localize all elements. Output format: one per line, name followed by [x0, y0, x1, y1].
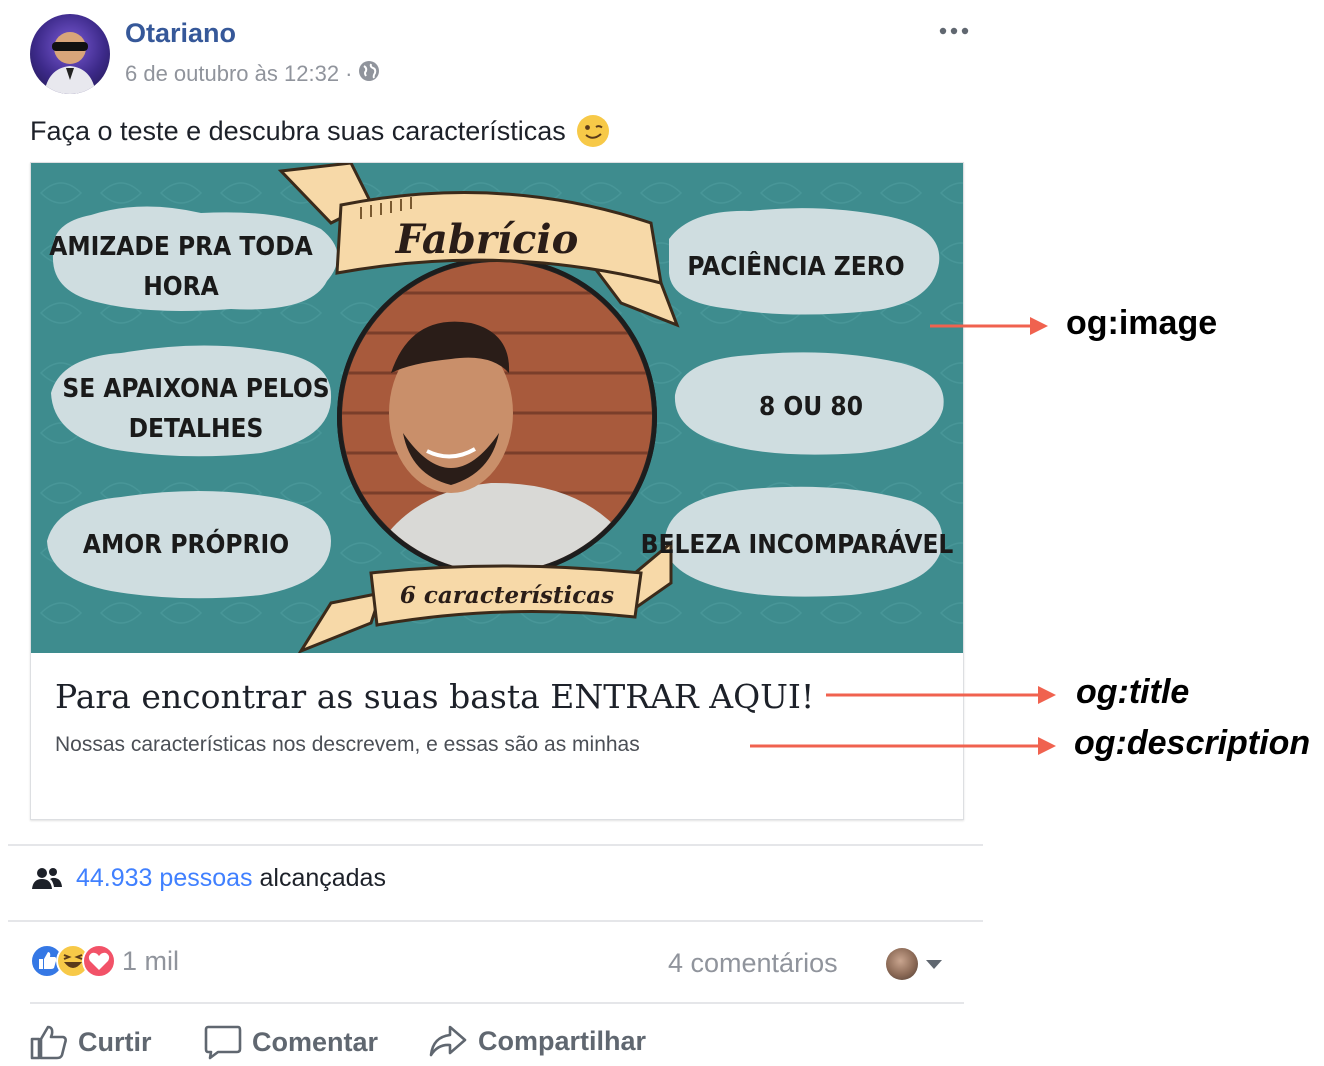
- trait-1-line-2: HORA: [143, 272, 219, 302]
- link-preview-card[interactable]: Fabrício 6 características AMIZADE PRA T…: [30, 162, 964, 820]
- thumbs-up-icon: [30, 1025, 67, 1060]
- comment-button[interactable]: Comentar: [204, 1024, 378, 1060]
- meta-separator: ·: [345, 61, 353, 86]
- reach-summary: 44.933 pessoas alcançadas: [32, 864, 386, 893]
- share-arrow-icon: [429, 1025, 467, 1057]
- reactions-summary[interactable]: 1 mil: [30, 944, 179, 978]
- comment-bubble-icon: [204, 1025, 242, 1060]
- og-title-label: og:title: [1076, 673, 1190, 711]
- trait-1-line-1: AMIZADE PRA TODA: [49, 232, 312, 262]
- og-description: Nossas características nos descrevem, e …: [55, 733, 640, 756]
- love-reaction-icon: [82, 944, 116, 978]
- post-timestamp[interactable]: 6 de outubro às 12:32: [125, 61, 339, 87]
- post-meta: 6 de outubro às 12:32 ·: [125, 60, 380, 88]
- author-avatar[interactable]: [30, 14, 110, 94]
- trait-6: BELEZA INCOMPARÁVEL: [641, 528, 954, 560]
- trait-5: AMOR PRÓPRIO: [83, 528, 289, 560]
- more-dots-icon: [939, 27, 969, 35]
- like-button[interactable]: Curtir: [30, 1024, 152, 1060]
- trait-3-line-1: SE APAIXONA PELOS: [62, 374, 329, 404]
- comments-count-link[interactable]: 4 comentários: [668, 948, 838, 979]
- people-icon: [32, 867, 62, 889]
- post-text: Faça o teste e descubra suas característ…: [30, 114, 610, 148]
- caret-down-icon: [926, 960, 942, 969]
- viewer-selector[interactable]: [886, 948, 944, 980]
- divider: [8, 920, 983, 922]
- og-image-label: og:image: [1066, 304, 1218, 342]
- og-title[interactable]: Para encontrar as suas basta ENTRAR AQUI…: [55, 677, 814, 716]
- trait-3-line-2: DETALHES: [129, 414, 264, 444]
- like-label: Curtir: [78, 1026, 152, 1057]
- og-description-label: og:description: [1074, 724, 1311, 762]
- viewer-avatar: [886, 948, 918, 980]
- share-label: Compartilhar: [478, 1025, 647, 1056]
- reaction-count: 1 mil: [122, 945, 180, 976]
- og-image[interactable]: Fabrício 6 características AMIZADE PRA T…: [31, 163, 963, 653]
- divider: [30, 1002, 964, 1004]
- divider: [8, 844, 983, 846]
- trait-count-banner-text: 6 características: [400, 582, 614, 609]
- globe-icon[interactable]: [358, 60, 380, 88]
- more-options-button[interactable]: [934, 16, 974, 46]
- reach-suffix: alcançadas: [259, 864, 386, 892]
- winking-face-emoji: [576, 115, 609, 147]
- trait-2: PACIÊNCIA ZERO: [687, 250, 904, 282]
- comment-label: Comentar: [252, 1026, 379, 1057]
- share-button[interactable]: Compartilhar: [428, 1024, 646, 1058]
- trait-4: 8 OU 80: [759, 392, 863, 422]
- post-message: Faça o teste e descubra suas característ…: [30, 115, 566, 146]
- name-banner-text: Fabrício: [395, 216, 579, 263]
- author-name[interactable]: Otariano: [125, 18, 236, 49]
- reach-count-link[interactable]: 44.933 pessoas: [76, 864, 253, 892]
